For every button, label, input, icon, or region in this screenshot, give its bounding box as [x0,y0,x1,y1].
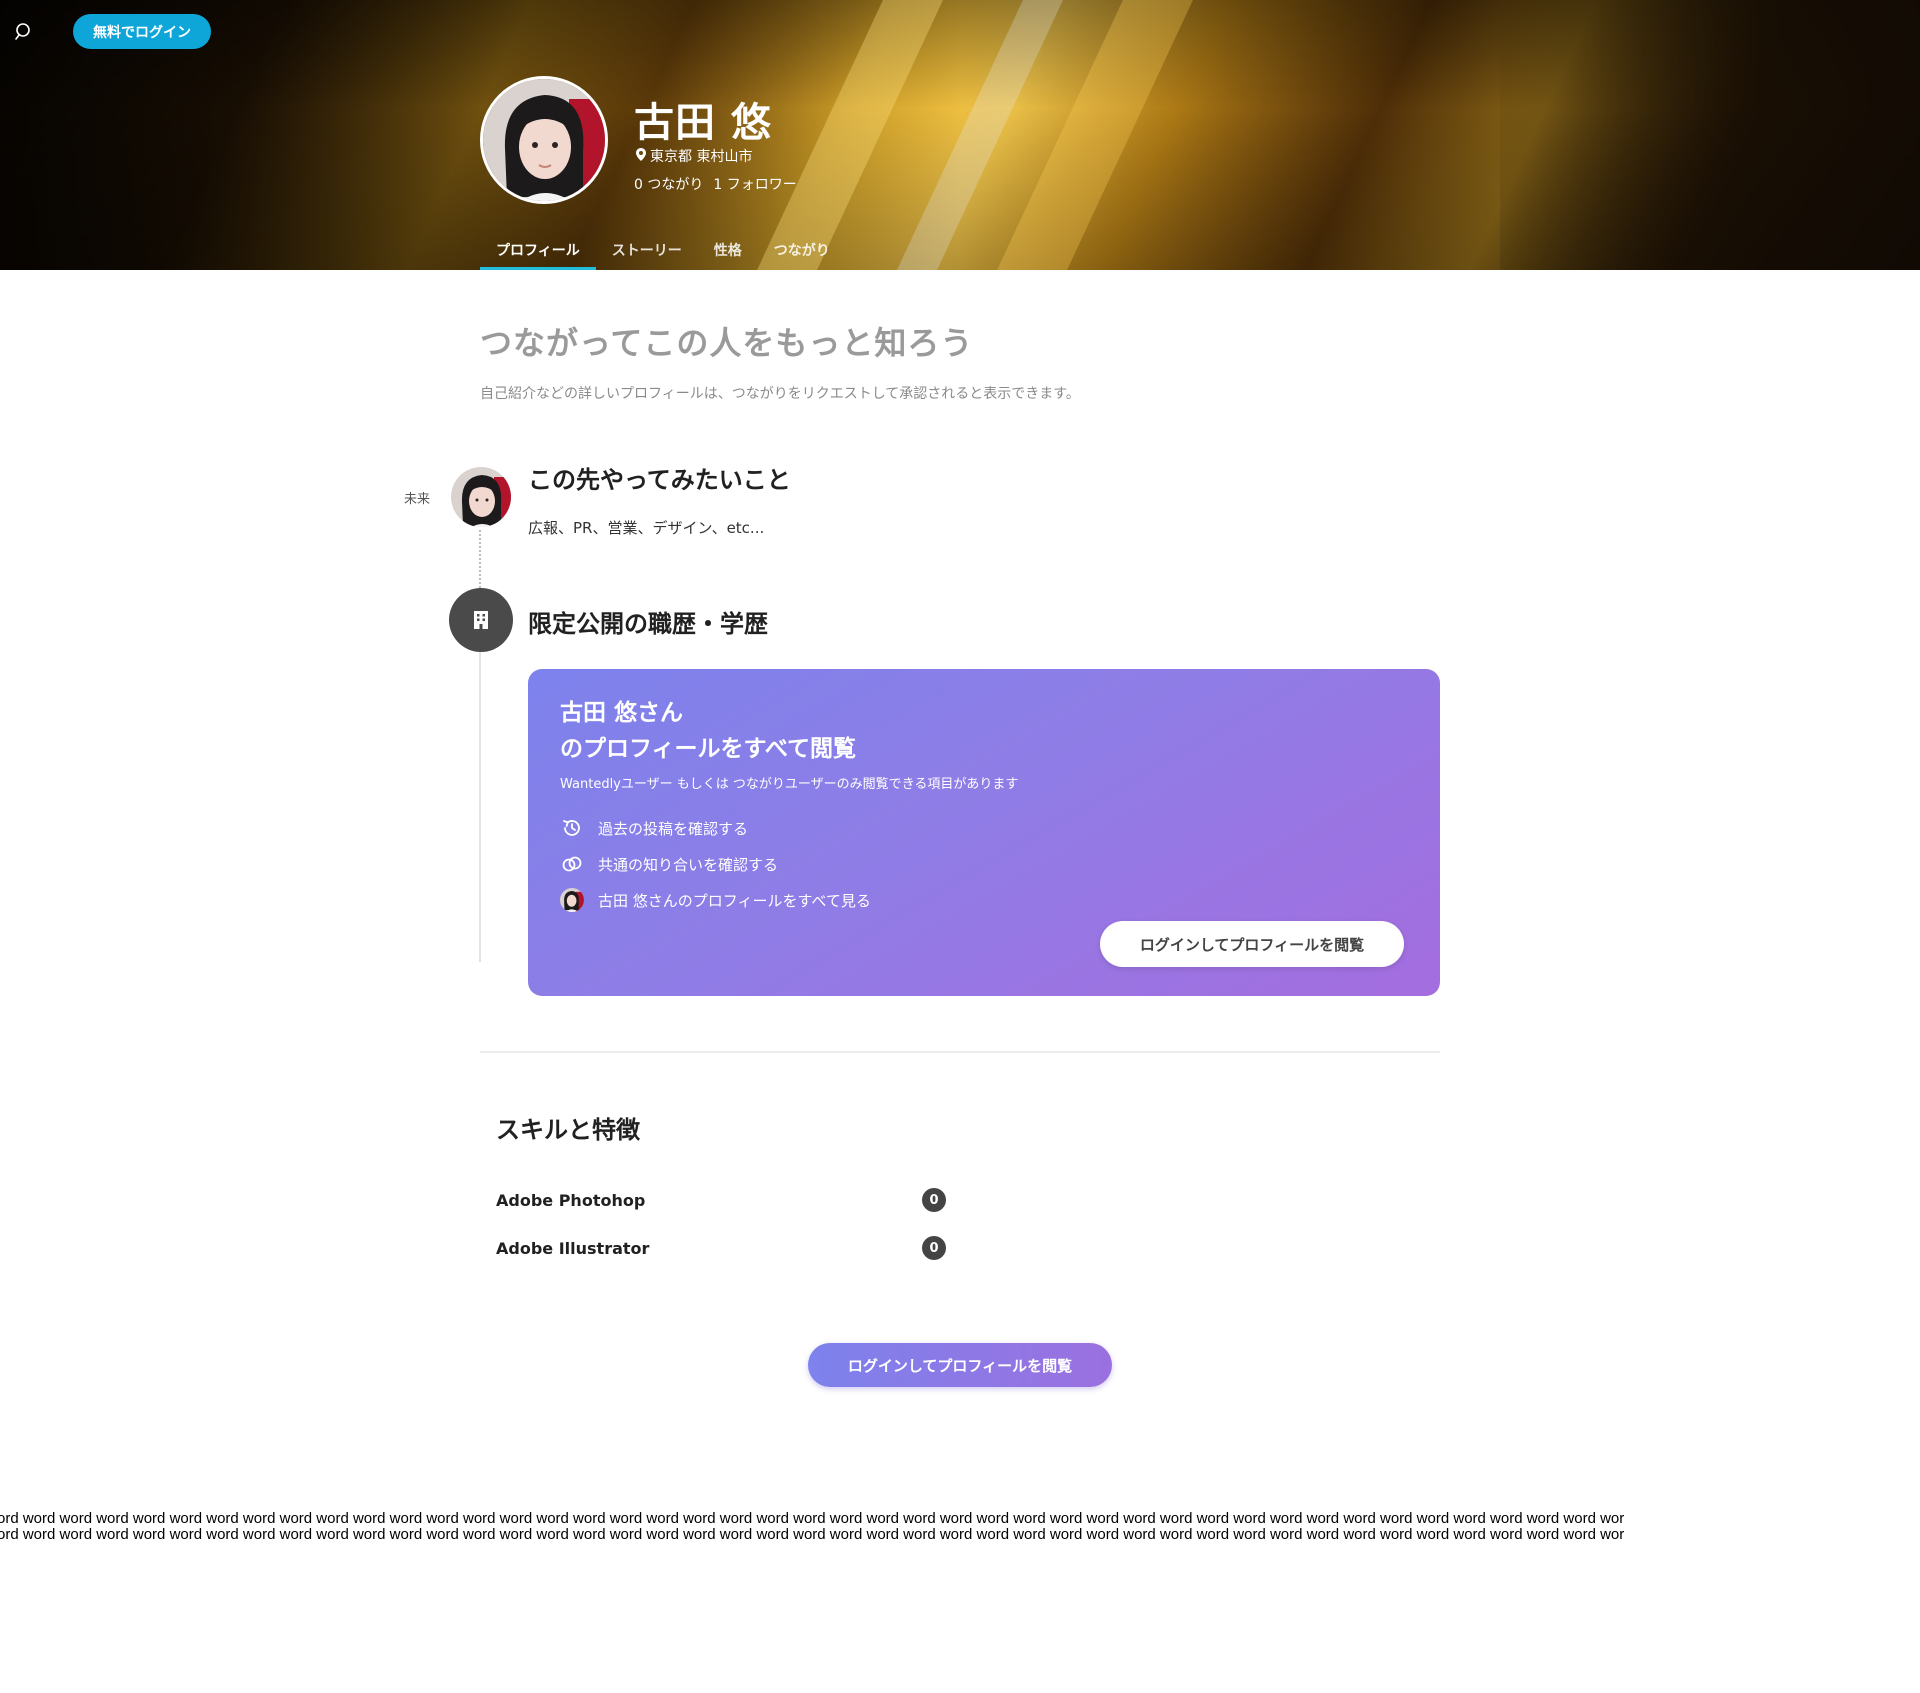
word-strip: ord word word word word word word word w… [0,1511,1920,1543]
timeline-future-label: 未来 [404,492,431,507]
login-free-button[interactable]: 無料でログイン [73,14,211,49]
skill-endorse-count[interactable]: 0 [922,1236,946,1260]
promo-title: 古田 悠さん のプロフィールをすべて閲覧 [560,695,1408,767]
hero-shadow [1500,0,1920,270]
timeline-line [479,652,481,962]
timeline-connector [479,530,481,588]
promo-item-mutual: 共通の知り合いを確認する [560,846,1408,882]
skill-row: Adobe Illustrator 0 [496,1235,946,1261]
profile-location: 東京都 東村山市 [636,146,752,166]
profile-tabs: プロフィール ストーリー 性格 つながり [480,232,846,270]
promo-subtitle: Wantedlyユーザー もしくは つながりユーザーのみ閲覧できる項目があります [560,777,1019,792]
tab-stories[interactable]: ストーリー [596,232,698,270]
promo-title-line1: 古田 悠さん [560,700,684,726]
word-strip-line: ord word word word word word word word w… [0,1511,1625,1527]
link-icon [560,852,584,876]
promo-item-label: 共通の知り合いを確認する [598,855,779,874]
tab-connections[interactable]: つながり [758,232,846,270]
profile-avatar [480,76,608,204]
promo-item-full-profile: 古田 悠さんのプロフィールをすべて見る [560,882,1408,918]
skills-heading: スキルと特徴 [496,1116,640,1144]
location-text: 東京都 東村山市 [650,149,753,165]
promo-item-history: 過去の投稿を確認する [560,810,1408,846]
promo-item-label: 古田 悠さんのプロフィールをすべて見る [598,891,871,910]
word-strip-line: ord word word word word word word word w… [0,1526,1625,1543]
career-section-title: 限定公開の職歴・学歴 [528,610,768,638]
connect-heading: つながってこの人をもっと知ろう [480,324,974,362]
connections-count[interactable]: 0 つながり [634,174,703,194]
location-pin-icon [636,147,646,165]
history-icon [560,816,584,840]
skill-name: Adobe Illustrator [496,1238,650,1258]
tab-profile[interactable]: プロフィール [480,232,596,270]
section-divider [480,1051,1440,1053]
view-profile-promo-card: 古田 悠さん のプロフィールをすべて閲覧 Wantedlyユーザー もしくは つ… [528,669,1440,996]
future-section-title: この先やってみたいこと [528,466,791,494]
profile-name: 古田 悠 [634,100,772,146]
skill-row: Adobe Photohop 0 [496,1187,946,1213]
connect-description: 自己紹介などの詳しいプロフィールは、つながりをリクエストして承認されると表示でき… [480,386,1080,402]
building-icon [449,588,513,652]
future-section-text: 広報、PR、営業、デザイン、etc... [528,519,765,537]
promo-title-line2: のプロフィールをすべて閲覧 [560,736,857,762]
skill-endorse-count[interactable]: 0 [922,1188,946,1212]
timeline-avatar [449,465,513,529]
promo-feature-list: 過去の投稿を確認する 共通の知り合いを確認する 古田 悠さんのプロフィールをすべ… [560,810,1408,918]
promo-item-label: 過去の投稿を確認する [598,819,749,838]
tab-personality[interactable]: 性格 [698,232,758,270]
profile-stats: 0 つながり 1 フォロワー [634,174,797,194]
login-view-profile-button[interactable]: ログインしてプロフィールを閲覧 [1100,921,1404,967]
skill-name: Adobe Photohop [496,1190,646,1210]
bottom-login-view-profile-button[interactable]: ログインしてプロフィールを閲覧 [808,1343,1112,1387]
profile-hero: 無料でログイン 古田 悠 東京都 東村山市 0 つながり 1 フォロワー プロフ… [0,0,1920,270]
avatar [560,888,584,912]
search-icon[interactable] [14,22,34,42]
followers-count[interactable]: 1 フォロワー [713,174,796,194]
